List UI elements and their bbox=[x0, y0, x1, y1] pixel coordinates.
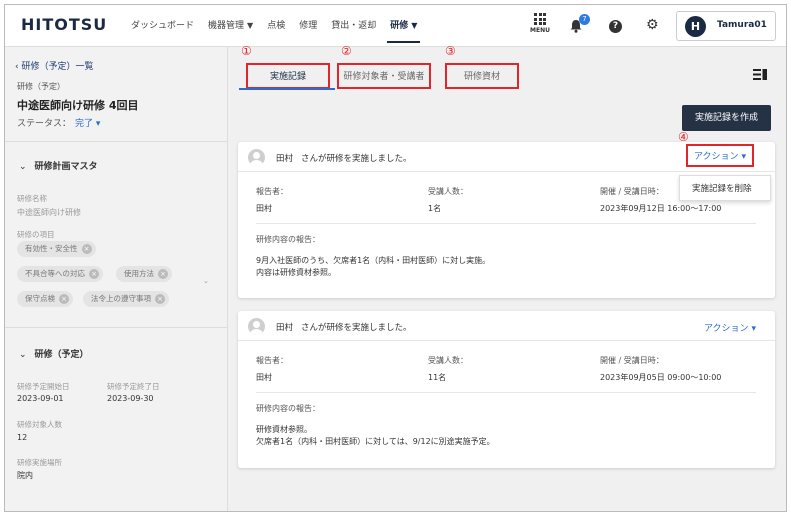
chevron-down-icon: ▼ bbox=[411, 21, 418, 30]
action-menu-button[interactable]: アクション ▾ bbox=[686, 144, 754, 167]
top-header: HITOTSU ダッシュボード 機器管理 ▼ 点検 修理 貸出・返却 研修 ▼ ME… bbox=[5, 5, 786, 47]
tab-materials[interactable]: 研修資材 bbox=[445, 63, 519, 89]
plan-section-toggle[interactable]: ⌄ 研修（予定） bbox=[19, 347, 89, 360]
field-value: 田村 bbox=[256, 204, 272, 213]
avatar: H bbox=[685, 16, 706, 37]
action-menu-button[interactable]: アクション ▾ bbox=[704, 321, 756, 334]
field-label: 研修予定終了日 bbox=[107, 382, 160, 391]
grid-icon bbox=[534, 13, 546, 25]
item-chip: 不具合等への対応 × bbox=[17, 266, 103, 282]
nav-dashboard[interactable]: ダッシュボード bbox=[131, 5, 194, 47]
field-label: 報告者： bbox=[256, 356, 288, 365]
item-chip: 有効性・安全性 × bbox=[17, 241, 96, 257]
field-value: 1名 bbox=[428, 204, 442, 213]
field-label: 受講人数： bbox=[428, 356, 468, 365]
field-value: 院内 bbox=[17, 471, 33, 480]
close-icon[interactable]: × bbox=[158, 269, 168, 279]
record-summary: 田村 さんが研修を実施しました。 bbox=[276, 323, 412, 333]
field-value: 2023年09月12日 16:00～17:00 bbox=[600, 204, 722, 213]
main-nav: ダッシュボード 機器管理 ▼ 点検 修理 貸出・返却 研修 ▼ bbox=[131, 5, 431, 47]
annotation-marker: ② bbox=[341, 44, 352, 58]
user-avatar-icon bbox=[248, 149, 265, 166]
expand-chevron-icon[interactable]: ⌄ bbox=[203, 277, 209, 285]
action-dropdown-menu: 実施記録を削除 bbox=[679, 175, 771, 201]
nav-lending[interactable]: 貸出・返却 bbox=[331, 5, 376, 47]
nav-repair[interactable]: 修理 bbox=[299, 5, 317, 47]
breadcrumb-label: 研修（予定） bbox=[17, 82, 65, 91]
caret-down-icon: ▾ bbox=[95, 119, 101, 129]
master-section-toggle[interactable]: ⌄ 研修計画マスタ bbox=[19, 159, 98, 172]
field-label: 開催 / 受講日時： bbox=[600, 356, 664, 365]
user-avatar-icon bbox=[248, 318, 265, 335]
caret-down-icon: ▾ bbox=[741, 152, 746, 162]
record-card: 田村 さんが研修を実施しました。 アクション ▾ 報告者： 田村 受講人数： 11… bbox=[238, 311, 775, 468]
active-tab-indicator bbox=[239, 88, 335, 90]
field-label: 研修内容の報告： bbox=[256, 235, 320, 244]
status-dropdown[interactable]: 完了 ▾ bbox=[75, 119, 100, 129]
item-chip: 法令上の遵守事項 × bbox=[83, 291, 169, 307]
item-chip: 保守点検 × bbox=[17, 291, 73, 307]
sidebar: ‹ 研修（予定）一覧 研修（予定） 中途医師向け研修 4回目 ステータス： 完了 … bbox=[5, 47, 228, 511]
field-value: 2023-09-01 bbox=[17, 394, 64, 403]
divider bbox=[256, 223, 756, 224]
record-summary: 田村 さんが研修を実施しました。 bbox=[276, 154, 412, 164]
field-label: 研修予定開始日 bbox=[17, 382, 70, 391]
divider bbox=[256, 392, 756, 393]
create-record-button[interactable]: 実施記録を作成 bbox=[682, 105, 771, 131]
field-label: 研修内容の報告： bbox=[256, 404, 320, 413]
report-text: 研修資材参照。 欠席者1名（内科・田村医師）に対しては、9/12に別途実施予定。 bbox=[256, 425, 495, 446]
field-label: 受講人数： bbox=[428, 187, 468, 196]
chevron-down-icon: ⌄ bbox=[19, 162, 27, 172]
field-value: 2023年09月05日 09:00～10:00 bbox=[600, 373, 722, 382]
nav-inspection[interactable]: 点検 bbox=[267, 5, 285, 47]
delete-record-menu-item[interactable]: 実施記録を削除 bbox=[692, 176, 770, 202]
nav-training[interactable]: 研修 ▼ bbox=[387, 5, 421, 47]
nav-equipment[interactable]: 機器管理 ▼ bbox=[208, 5, 253, 47]
notification-badge: 7 bbox=[579, 14, 590, 25]
field-value: 田村 bbox=[256, 373, 272, 382]
field-label: 研修の項目 bbox=[17, 230, 55, 239]
app-logo[interactable]: HITOTSU bbox=[21, 15, 107, 34]
divider bbox=[5, 327, 227, 328]
user-menu[interactable]: H Tamura01 bbox=[676, 11, 776, 41]
view-toggle-icon[interactable] bbox=[753, 69, 767, 80]
gear-icon[interactable]: ⚙ bbox=[646, 18, 659, 32]
tab-records[interactable]: 実施記録 bbox=[246, 63, 330, 89]
help-icon[interactable]: ? bbox=[609, 20, 622, 33]
record-card-header: 田村 さんが研修を実施しました。 アクション ▾ bbox=[238, 311, 775, 341]
annotation-marker: ③ bbox=[445, 44, 456, 58]
status-row: ステータス： 完了 ▾ bbox=[17, 119, 101, 129]
close-icon[interactable]: × bbox=[59, 294, 69, 304]
field-value: 中途医師向け研修 bbox=[17, 208, 81, 217]
tab-participants[interactable]: 研修対象者・受講者 bbox=[337, 63, 431, 89]
app-frame: HITOTSU ダッシュボード 機器管理 ▼ 点検 修理 貸出・返却 研修 ▼ ME… bbox=[4, 4, 787, 512]
field-label: 報告者： bbox=[256, 187, 288, 196]
menu-button[interactable]: MENU bbox=[528, 13, 552, 34]
field-label: 開催 / 受講日時： bbox=[600, 187, 664, 196]
field-label: 研修実施場所 bbox=[17, 458, 62, 467]
caret-down-icon: ▾ bbox=[751, 324, 756, 334]
close-icon[interactable]: × bbox=[155, 294, 165, 304]
close-icon[interactable]: × bbox=[89, 269, 99, 279]
field-value: 12 bbox=[17, 433, 28, 442]
field-label: 研修対象人数 bbox=[17, 420, 62, 429]
user-name: Tamura01 bbox=[717, 20, 767, 30]
record-card-header: 田村 さんが研修を実施しました。 アクション ▾ bbox=[238, 142, 775, 172]
chevron-down-icon: ⌄ bbox=[19, 350, 27, 360]
page-title: 中途医師向け研修 4回目 bbox=[17, 99, 139, 112]
item-chip: 使用方法 × bbox=[116, 266, 172, 282]
record-card: 田村 さんが研修を実施しました。 アクション ▾ 報告者： 田村 受講人数： 1名… bbox=[238, 142, 775, 298]
report-text: 9月入社医師のうち、欠席者1名（内科・田村医師）に対し実施。 内容は研修資材参照… bbox=[256, 256, 491, 277]
field-value: 11名 bbox=[428, 373, 447, 382]
chevron-down-icon: ▼ bbox=[247, 21, 254, 30]
field-label: 研修名称 bbox=[17, 194, 47, 203]
close-icon[interactable]: × bbox=[81, 244, 92, 254]
back-link[interactable]: ‹ 研修（予定）一覧 bbox=[15, 59, 93, 72]
field-value: 2023-09-30 bbox=[107, 394, 154, 403]
annotation-marker: ① bbox=[241, 44, 252, 58]
divider bbox=[5, 141, 227, 142]
